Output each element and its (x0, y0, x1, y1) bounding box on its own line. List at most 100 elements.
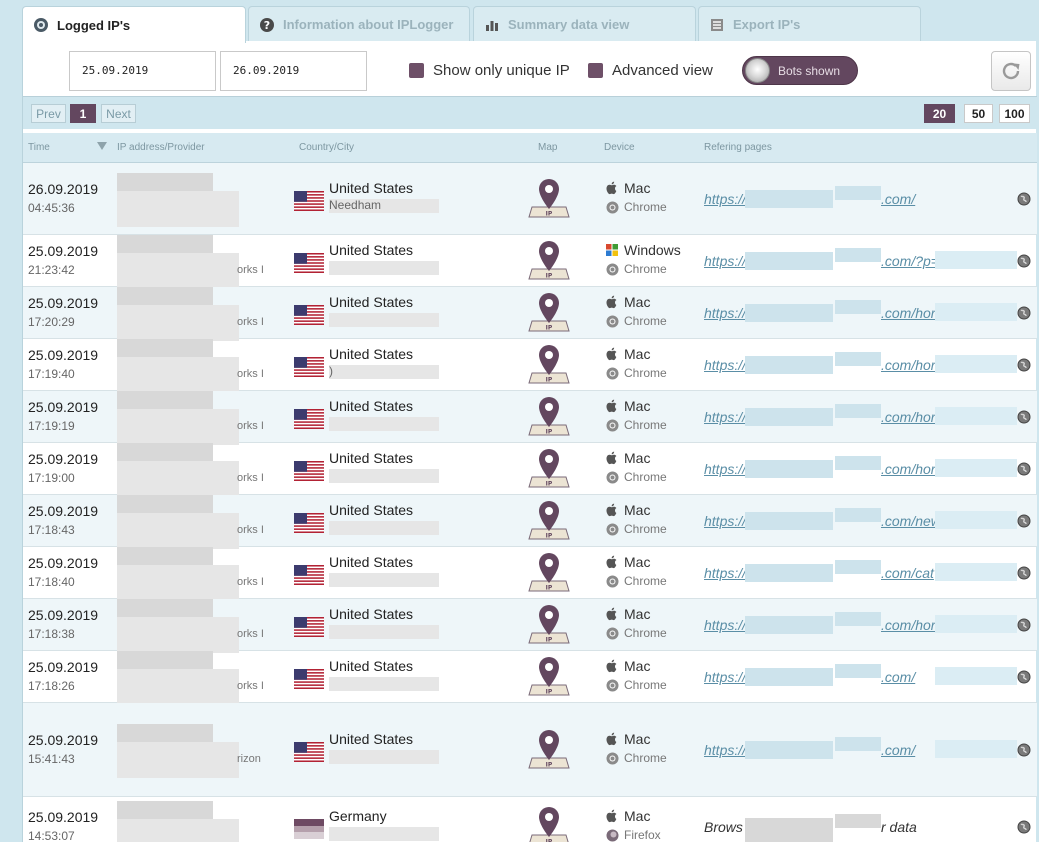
referrer-tail[interactable]: .com/cat (881, 565, 934, 581)
table-row[interactable]: 25.09.2019 17:18:43 orks I United States IP M… (23, 495, 1037, 549)
referrer-tail[interactable]: .com/ (881, 669, 915, 685)
table-row[interactable]: 25.09.2019 15:41:43 rizon United States IP Ma… (23, 703, 1037, 797)
page-size-50-button[interactable]: 50 (964, 104, 993, 123)
globe-icon[interactable] (1017, 358, 1031, 372)
map-pin-icon[interactable]: IP (528, 291, 570, 335)
map-pin-icon[interactable]: IP (528, 447, 570, 491)
globe-icon[interactable] (1017, 820, 1031, 834)
referrer-tail[interactable]: .com/?p= (881, 253, 939, 269)
globe-icon[interactable] (1017, 254, 1031, 268)
bots-toggle[interactable]: Bots shown (742, 56, 858, 85)
map-pin-icon[interactable]: IP (528, 343, 570, 387)
table-row[interactable]: 25.09.2019 17:19:00 orks I United States IP M… (23, 443, 1037, 497)
tab-logged-ips[interactable]: Logged IP's (22, 6, 246, 43)
table-row[interactable]: 25.09.2019 21:23:42 orks I United States IP W… (23, 235, 1037, 289)
toggle-knob[interactable] (745, 58, 770, 83)
table-row[interactable]: 25.09.2019 17:19:40 orks I United States) IP… (23, 339, 1037, 393)
row-date: 25.09.2019 (28, 607, 99, 623)
map-pin-icon[interactable]: IP (528, 499, 570, 543)
globe-icon[interactable] (1017, 462, 1031, 476)
globe-icon[interactable] (1017, 618, 1031, 632)
date-from-input[interactable]: 25.09.2019 (69, 51, 216, 91)
tab-summary[interactable]: Summary data view (473, 6, 696, 42)
globe-icon[interactable] (1017, 743, 1031, 757)
row-provider: orks I (237, 264, 264, 276)
row-country: United States (329, 606, 414, 622)
tab-label: Logged IP's (57, 17, 131, 33)
globe-icon[interactable] (1017, 306, 1031, 320)
globe-icon[interactable] (1017, 192, 1031, 206)
table-row[interactable]: 25.09.2019 14:53:07 Germany IP Mac Firefox Bro… (23, 797, 1037, 842)
row-browser: Firefox (605, 828, 661, 842)
referrer-link[interactable]: https:// (704, 742, 746, 758)
table-row[interactable]: 25.09.2019 17:19:19 orks I United States IP M… (23, 391, 1037, 445)
referrer-link[interactable]: https:// (704, 669, 746, 685)
current-page-button[interactable]: 1 (70, 104, 96, 123)
referrer-tail[interactable]: .com/hor (881, 409, 935, 425)
next-page-button[interactable]: Next (101, 104, 136, 123)
date-to-input[interactable]: 26.09.2019 (220, 51, 367, 91)
advanced-view-checkbox[interactable]: Advanced view (588, 62, 713, 79)
checkbox-box[interactable] (409, 63, 424, 78)
page-size-20-button[interactable]: 20 (924, 104, 955, 123)
globe-icon[interactable] (1017, 670, 1031, 684)
redacted-referrer (935, 511, 1017, 529)
chrome-icon (605, 366, 619, 380)
referrer-tail[interactable]: .com/hor (881, 461, 935, 477)
map-pin-icon[interactable]: IP (528, 805, 570, 842)
referrer-link[interactable]: https:// (704, 191, 746, 207)
referrer-link[interactable]: https:// (704, 357, 746, 373)
map-pin-icon[interactable]: IP (528, 603, 570, 647)
referrer-tail[interactable]: .com/ (881, 742, 915, 758)
redacted-referrer (835, 664, 881, 678)
os-label: Mac (624, 658, 651, 674)
referrer-tail[interactable]: .com/ (881, 191, 915, 207)
referrer-link[interactable]: https:// (704, 513, 746, 529)
referrer-link[interactable]: https:// (704, 617, 746, 633)
tab-export[interactable]: Export IP's (698, 6, 921, 42)
table-row[interactable]: 25.09.2019 17:18:26 orks I United States IP M… (23, 651, 1037, 705)
globe-icon[interactable] (1017, 566, 1031, 580)
map-pin-icon[interactable]: IP (528, 728, 570, 772)
tab-information[interactable]: ? Information about IPLogger (248, 6, 470, 42)
flag-us-icon (294, 742, 324, 762)
table-row[interactable]: 25.09.2019 17:18:38 orks I United States IP M… (23, 599, 1037, 653)
unique-ip-checkbox[interactable]: Show only unique IP (409, 62, 570, 79)
referrer-link[interactable]: https:// (704, 253, 746, 269)
prev-page-button[interactable]: Prev (31, 104, 66, 123)
page-size-100-button[interactable]: 100 (999, 104, 1030, 123)
referrer-tail[interactable]: .com/hor (881, 305, 935, 321)
map-pin-icon[interactable]: IP (528, 177, 570, 221)
referrer-tail[interactable]: .com/new (881, 513, 941, 529)
column-country[interactable]: Country/City (299, 142, 354, 153)
row-country: United States (329, 502, 414, 518)
map-pin-icon[interactable]: IP (528, 395, 570, 439)
referrer-link[interactable]: https:// (704, 409, 746, 425)
row-date: 25.09.2019 (28, 809, 99, 825)
table-row[interactable]: 26.09.2019 04:45:36 United States Needham IP… (23, 163, 1037, 235)
question-icon: ? (259, 17, 275, 33)
referrer-link[interactable]: https:// (704, 461, 746, 477)
referrer-tail[interactable]: .com/hor (881, 357, 935, 373)
referrer-tail[interactable]: .com/hor (881, 617, 935, 633)
redacted-ip (117, 443, 213, 461)
row-date: 25.09.2019 (28, 295, 99, 311)
map-pin-icon[interactable]: IP (528, 655, 570, 699)
flag-us-icon (294, 565, 324, 585)
sort-down-icon[interactable] (97, 142, 107, 150)
referrer-link[interactable]: https:// (704, 305, 746, 321)
checkbox-box[interactable] (588, 63, 603, 78)
map-pin-icon[interactable]: IP (528, 551, 570, 595)
globe-icon[interactable] (1017, 410, 1031, 424)
table-row[interactable]: 25.09.2019 17:20:29 orks I United States IP M… (23, 287, 1037, 341)
redacted-provider (117, 617, 239, 653)
map-pin-icon[interactable]: IP (528, 239, 570, 283)
table-row[interactable]: 25.09.2019 17:18:40 orks I United States IP M… (23, 547, 1037, 601)
column-time[interactable]: Time (28, 142, 50, 153)
redacted-provider (117, 669, 239, 705)
globe-icon[interactable] (1017, 514, 1031, 528)
referrer-link[interactable]: https:// (704, 565, 746, 581)
redacted-referrer (935, 667, 1017, 685)
refresh-button[interactable] (991, 51, 1031, 91)
column-ip[interactable]: IP address/Provider (117, 142, 205, 153)
